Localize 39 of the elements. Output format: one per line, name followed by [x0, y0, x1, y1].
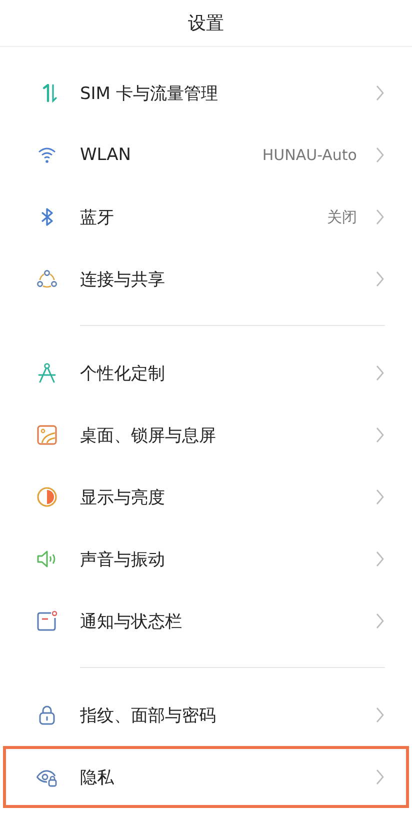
wallpaper-icon	[35, 423, 59, 447]
notification-icon	[35, 609, 59, 633]
item-value: HUNAU-Auto	[262, 146, 357, 164]
chevron-icon	[375, 426, 385, 444]
chevron-icon	[375, 270, 385, 288]
chevron-icon	[375, 364, 385, 382]
item-label: 指纹、面部与密码	[80, 704, 217, 726]
chevron-icon	[375, 84, 385, 102]
chevron-icon	[375, 550, 385, 568]
item-label: 连接与共享	[80, 268, 166, 290]
chevron-icon	[375, 488, 385, 506]
settings-item[interactable]: 指纹、面部与密码	[0, 684, 412, 746]
settings-item[interactable]: WLAN HUNAU-Auto	[0, 124, 412, 186]
brightness-icon	[35, 485, 59, 509]
item-value: 关闭	[327, 208, 357, 226]
settings-item[interactable]: 声音与振动	[0, 528, 412, 590]
item-label: 声音与振动	[80, 548, 166, 570]
item-label: 个性化定制	[80, 362, 166, 384]
page-title: 设置	[188, 12, 224, 35]
settings-item[interactable]: 显示与亮度	[0, 466, 412, 528]
settings-item[interactable]: SIM 卡与流量管理	[0, 62, 412, 124]
chevron-icon	[375, 612, 385, 630]
settings-item[interactable]: 隐私	[3, 746, 409, 808]
chevron-icon	[375, 768, 385, 786]
item-label: SIM 卡与流量管理	[80, 82, 219, 104]
item-label: 通知与状态栏	[80, 610, 183, 632]
settings-item[interactable]: 通知与状态栏	[0, 590, 412, 652]
settings-item[interactable]: 个性化定制	[0, 342, 412, 404]
item-label: 桌面、锁屏与息屏	[80, 424, 217, 446]
chevron-icon	[375, 706, 385, 724]
item-label: WLAN	[80, 145, 132, 165]
chevron-icon	[375, 208, 385, 226]
item-label: 隐私	[80, 766, 115, 788]
chevron-icon	[375, 146, 385, 164]
settings-item[interactable]: 蓝牙 关闭	[0, 186, 412, 248]
settings-item[interactable]: 连接与共享	[0, 248, 412, 310]
settings-item[interactable]: 桌面、锁屏与息屏	[0, 404, 412, 466]
item-label: 显示与亮度	[80, 486, 166, 508]
item-label: 蓝牙	[80, 206, 115, 228]
